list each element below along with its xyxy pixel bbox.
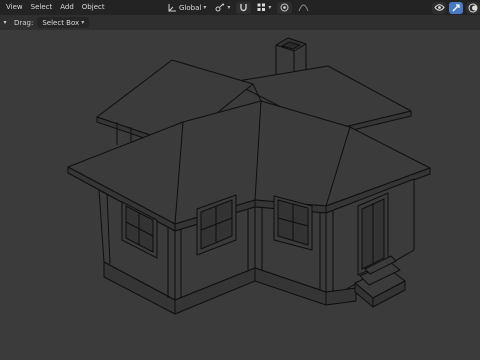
house-wireframe [67,37,431,315]
3d-viewport[interactable] [0,30,480,360]
